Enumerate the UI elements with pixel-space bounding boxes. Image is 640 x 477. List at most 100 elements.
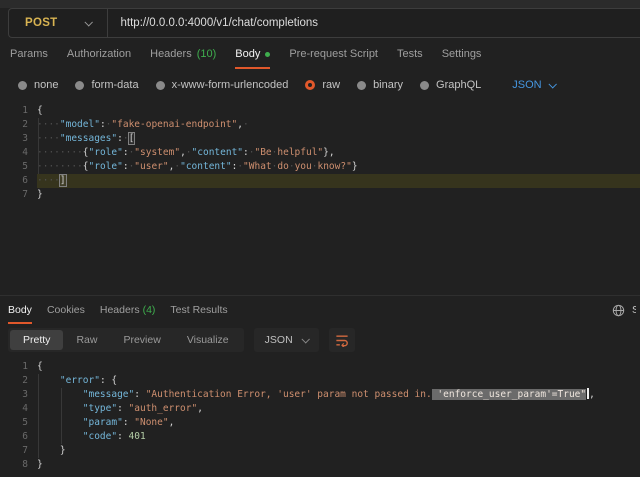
body-mode-form-data[interactable]: form-data: [75, 79, 138, 91]
line-number: 7: [0, 188, 37, 202]
response-tab-label: Test Results: [170, 304, 227, 316]
code-line: 3····"messages":·[: [0, 132, 640, 146]
code-line: 7}: [0, 188, 640, 202]
response-tab-headers[interactable]: Headers(4): [100, 296, 156, 324]
code-line: 1{: [0, 360, 640, 374]
request-tabs: Params Authorization Headers(10) Body Pre-re…: [0, 38, 640, 70]
wrap-text-button[interactable]: [329, 328, 355, 352]
tab-count-badge: (10): [197, 48, 217, 60]
response-tab-label: Headers: [100, 304, 140, 316]
body-mode-label: x-www-form-urlencoded: [172, 79, 289, 91]
tab-params[interactable]: Params: [10, 38, 48, 70]
tab-headers[interactable]: Headers(10): [150, 38, 216, 70]
line-number: 5: [0, 160, 37, 174]
response-tab-label: Body: [8, 304, 32, 316]
code-line: 5 "param": "None",: [0, 416, 640, 430]
line-number: 7: [0, 444, 37, 458]
tab-label: Settings: [442, 48, 482, 60]
body-mode-raw[interactable]: raw: [305, 79, 340, 91]
request-body-editor[interactable]: 1{2····"model":·"fake-openai-endpoint",·…: [0, 100, 640, 295]
code-text: "code": 401: [37, 430, 640, 444]
code-line: 4········{"role":·"system",·"content":·"…: [0, 146, 640, 160]
response-tab-test-results[interactable]: Test Results: [170, 296, 227, 324]
code-text: }: [37, 458, 640, 472]
chevron-down-icon: [548, 80, 556, 88]
code-line: 8}: [0, 458, 640, 472]
response-format-dropdown[interactable]: JSON: [254, 328, 319, 352]
body-mode-graphql[interactable]: GraphQL: [420, 79, 481, 91]
body-mode-binary[interactable]: binary: [357, 79, 403, 91]
tab-tests[interactable]: Tests: [397, 38, 423, 70]
line-number: 1: [0, 360, 37, 374]
line-number: 4: [0, 402, 37, 416]
tab-count-badge: (4): [143, 304, 156, 316]
body-mode-label: none: [34, 79, 58, 91]
response-format-label: JSON: [265, 334, 293, 346]
code-text: {: [37, 104, 640, 118]
radio-icon: [18, 81, 27, 90]
code-text: }: [37, 444, 640, 458]
postman-window: POST http://0.0.0.0:4000/v1/chat/complet…: [0, 0, 640, 477]
tab-label: Body: [235, 48, 260, 60]
code-text: ········{"role":·"user",·"content":·"Wha…: [37, 160, 640, 174]
method-dropdown[interactable]: POST: [9, 9, 107, 37]
response-meta: S: [612, 304, 636, 317]
radio-icon: [75, 81, 84, 90]
code-text: ····"model":·"fake-openai-endpoint",·: [37, 118, 640, 132]
tab-label: Tests: [397, 48, 423, 60]
radio-icon: [156, 81, 165, 90]
chevron-down-icon: [84, 18, 92, 26]
tab-body[interactable]: Body: [235, 38, 270, 70]
code-text: "type": "auth_error",: [37, 402, 640, 416]
window-top-band: [0, 0, 640, 8]
line-number: 3: [0, 388, 37, 402]
response-view-switch: PrettyRawPreviewVisualize: [8, 328, 244, 352]
code-text: ········{"role":·"system",·"content":·"B…: [37, 146, 640, 160]
line-number: 1: [0, 104, 37, 118]
code-line: 2····"model":·"fake-openai-endpoint",·: [0, 118, 640, 132]
view-visualize[interactable]: Visualize: [174, 330, 242, 350]
code-line: 4 "type": "auth_error",: [0, 402, 640, 416]
language-label: JSON: [512, 79, 541, 91]
selected-text: 'enforce_user_param'=True": [432, 389, 586, 400]
code-line: 6····]: [0, 174, 640, 188]
language-dropdown[interactable]: JSON: [512, 79, 554, 91]
tab-authorization[interactable]: Authorization: [67, 38, 131, 70]
line-number: 8: [0, 458, 37, 472]
response-section: Body Cookies Headers(4) Test Results S Pret…: [0, 295, 640, 477]
response-tab-cookies[interactable]: Cookies: [47, 296, 85, 324]
view-preview[interactable]: Preview: [110, 330, 173, 350]
body-mode-label: binary: [373, 79, 403, 91]
radio-icon: [357, 81, 366, 90]
tab-pre-request-script[interactable]: Pre-request Script: [289, 38, 378, 70]
body-mode-label: form-data: [91, 79, 138, 91]
response-tabs: Body Cookies Headers(4) Test Results: [8, 296, 228, 324]
tab-settings[interactable]: Settings: [442, 38, 482, 70]
tab-label: Pre-request Script: [289, 48, 378, 60]
code-line: 6 "code": 401: [0, 430, 640, 444]
code-line: 1{: [0, 104, 640, 118]
body-mode-x-www-form-urlencoded[interactable]: x-www-form-urlencoded: [156, 79, 289, 91]
body-mode-row: none form-data x-www-form-urlencoded raw bin…: [0, 70, 640, 100]
globe-icon[interactable]: [612, 304, 625, 317]
code-text: "error": {: [37, 374, 640, 388]
response-tab-body[interactable]: Body: [8, 296, 32, 324]
response-tabs-row: Body Cookies Headers(4) Test Results S: [0, 296, 640, 324]
body-mode-none[interactable]: none: [18, 79, 58, 91]
body-mode-label: raw: [322, 79, 340, 91]
code-text: "param": "None",: [37, 416, 640, 430]
radio-selected-icon: [305, 80, 315, 90]
chevron-down-icon: [301, 335, 309, 343]
response-toolbar: PrettyRawPreviewVisualize JSON: [0, 324, 640, 356]
radio-icon: [420, 81, 429, 90]
view-raw[interactable]: Raw: [63, 330, 110, 350]
request-url-bar: POST http://0.0.0.0:4000/v1/chat/complet…: [8, 8, 640, 38]
code-line: 7 }: [0, 444, 640, 458]
code-text: ····]: [37, 174, 640, 188]
url-input[interactable]: http://0.0.0.0:4000/v1/chat/completions: [108, 17, 319, 29]
view-pretty[interactable]: Pretty: [10, 330, 63, 350]
code-line: 5········{"role":·"user",·"content":·"Wh…: [0, 160, 640, 174]
response-body-editor[interactable]: 1{2 "error": {3 "message": "Authenticati…: [0, 356, 640, 473]
line-number: 6: [0, 430, 37, 444]
text-cursor: [587, 388, 589, 399]
